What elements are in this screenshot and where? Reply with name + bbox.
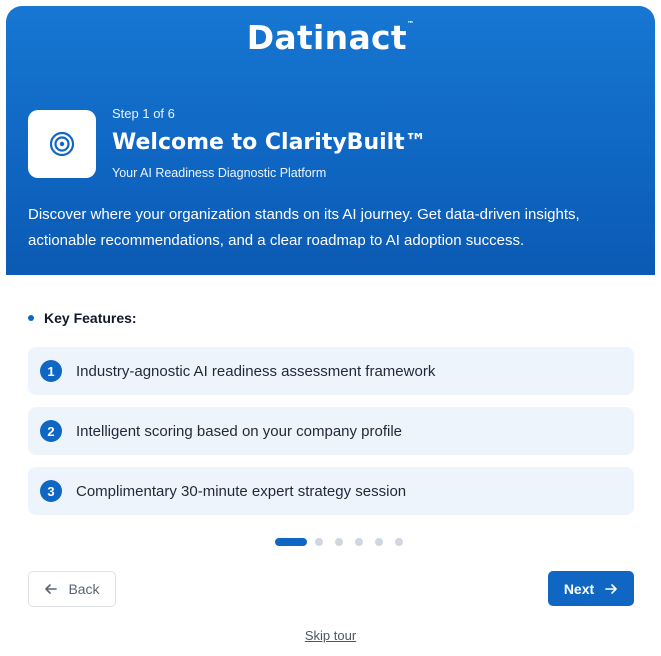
brand-logo: Datinact™ [6,18,655,57]
feature-text: Complimentary 30-minute expert strategy … [76,482,407,500]
tour-header: Datinact™ Step 1 of 6 Welcome to Clarity… [6,6,655,275]
step-progress-dots [275,538,415,546]
progress-dot[interactable] [315,538,323,546]
target-icon [28,110,96,178]
arrow-right-icon [605,583,617,594]
skip-tour-link[interactable]: Skip tour [0,628,661,643]
feature-number-badge: 2 [40,420,62,442]
progress-dot[interactable] [395,538,403,546]
key-features-label: Key Features: [44,310,137,326]
feature-text: Industry-agnostic AI readiness assessmen… [76,362,436,380]
feature-item: 2 Intelligent scoring based on your comp… [28,407,634,455]
skip-tour-label[interactable]: Skip tour [305,628,356,643]
feature-text: Intelligent scoring based on your compan… [76,422,403,440]
page-subtitle: Your AI Readiness Diagnostic Platform [112,166,327,180]
progress-dot-active[interactable] [275,538,307,546]
next-button[interactable]: Next [548,571,634,606]
page-title: Welcome to ClarityBuilt™ [112,130,427,155]
progress-dot[interactable] [375,538,383,546]
brand-name: Datinact [246,18,407,57]
next-button-label: Next [563,580,595,597]
back-button[interactable]: Back [28,571,116,607]
progress-dot[interactable] [355,538,363,546]
arrow-left-icon [45,584,58,594]
brand-trademark: ™ [406,20,415,28]
header-description: Discover where your organization stands … [28,206,580,249]
feature-number-badge: 3 [40,480,62,502]
key-features-heading: Key Features: [28,310,137,326]
feature-number-badge: 1 [40,360,62,382]
feature-item: 3 Complimentary 30-minute expert strateg… [28,467,634,515]
back-button-label: Back [68,581,100,597]
bullet-dot-icon [28,315,34,321]
step-indicator: Step 1 of 6 [112,106,175,121]
progress-dot[interactable] [335,538,343,546]
feature-item: 1 Industry-agnostic AI readiness assessm… [28,347,634,395]
